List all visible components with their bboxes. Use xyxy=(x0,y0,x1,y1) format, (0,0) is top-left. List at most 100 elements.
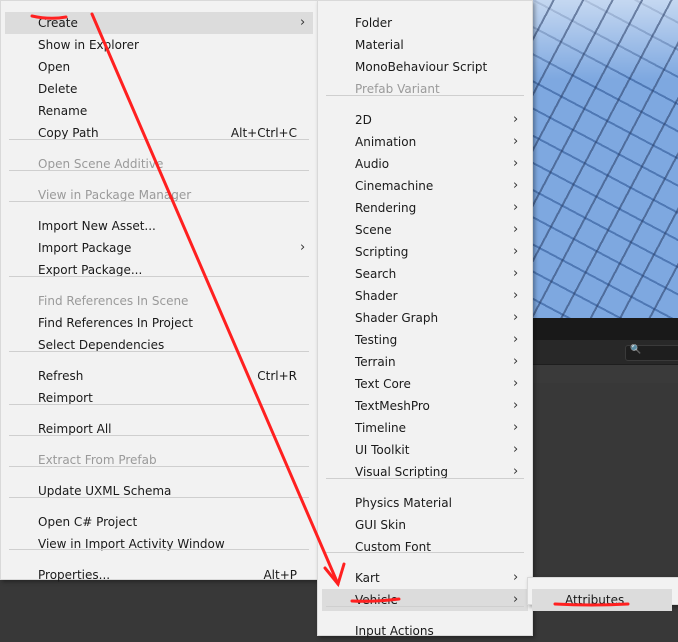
menu-item-label: Select Dependencies xyxy=(38,338,165,352)
chevron-right-icon: › xyxy=(513,464,519,479)
create-submenu: Folder Material MonoBehaviour Script Prefab… xyxy=(317,0,533,638)
submenu-item-monobehaviour-script[interactable]: MonoBehaviour Script xyxy=(355,56,525,78)
submenu-item-shader[interactable]: Shader › xyxy=(355,285,525,307)
submenu-item-scene[interactable]: Scene › xyxy=(355,219,525,241)
chevron-right-icon: › xyxy=(513,310,519,325)
menu-item-label: Scripting xyxy=(355,245,409,259)
menu-item-label: Find References In Scene xyxy=(38,294,189,308)
menu-separator xyxy=(9,466,309,467)
menu-item-label: Create xyxy=(38,16,78,30)
submenu-item-prefab-variant[interactable]: Prefab Variant xyxy=(355,78,525,100)
menu-item-open-c-project[interactable]: Open C# Project xyxy=(38,511,297,533)
submenu-item-testing[interactable]: Testing › xyxy=(355,329,525,351)
submenu-item-search[interactable]: Search › xyxy=(355,263,525,285)
submenu-item-visual-scripting[interactable]: Visual Scripting › xyxy=(355,461,525,483)
submenu-item-shader-graph[interactable]: Shader Graph › xyxy=(355,307,525,329)
menu-item-reimport-all[interactable]: Reimport All xyxy=(38,418,297,440)
menu-item-find-references-in-scene[interactable]: Find References In Scene xyxy=(38,290,297,312)
submenu-item-terrain[interactable]: Terrain › xyxy=(355,351,525,373)
chevron-right-icon: › xyxy=(513,222,519,237)
menu-item-shortcut: Alt+P xyxy=(263,568,297,582)
menu-item-import-package[interactable]: Import Package › xyxy=(38,237,305,259)
menu-item-view-in-import-activity-window[interactable]: View in Import Activity Window xyxy=(38,533,297,555)
chevron-right-icon: › xyxy=(513,570,519,585)
submenu-item-2d[interactable]: 2D › xyxy=(355,109,525,131)
submenu-item-vehicle[interactable]: Vehicle › xyxy=(355,589,525,611)
menu-item-label: Visual Scripting xyxy=(355,465,448,479)
submenu-item-timeline[interactable]: Timeline › xyxy=(355,417,525,439)
chevron-right-icon: › xyxy=(513,200,519,215)
menu-separator xyxy=(9,170,309,171)
menu-item-extract-from-prefab[interactable]: Extract From Prefab xyxy=(38,449,297,471)
menu-item-label: Reimport xyxy=(38,391,93,405)
menu-item-label: Update UXML Schema xyxy=(38,484,172,498)
menu-item-properties[interactable]: Properties... Alt+P xyxy=(38,564,297,586)
menu-item-label: Rename xyxy=(38,104,88,118)
submenu-item-input-actions[interactable]: Input Actions xyxy=(355,620,525,642)
menu-item-open[interactable]: Open xyxy=(38,56,297,78)
submenu-item-kart[interactable]: Kart › xyxy=(355,567,525,589)
menu-item-update-uxml-schema[interactable]: Update UXML Schema xyxy=(38,480,297,502)
submenu-item-folder[interactable]: Folder xyxy=(355,12,525,34)
menu-item-view-in-package-manager[interactable]: View in Package Manager xyxy=(38,184,297,206)
submenu-item-attributes[interactable]: Attributes xyxy=(565,589,665,611)
submenu-item-animation[interactable]: Animation › xyxy=(355,131,525,153)
menu-item-refresh[interactable]: Refresh Ctrl+R xyxy=(38,365,297,387)
search-icon: 🔍 xyxy=(630,345,642,355)
menu-separator xyxy=(9,201,309,202)
menu-item-label: Import Package xyxy=(38,241,132,255)
menu-item-label: Delete xyxy=(38,82,78,96)
search-input[interactable]: 🔍 xyxy=(625,345,678,361)
menu-item-show-in-explorer[interactable]: Show in Explorer xyxy=(38,34,297,56)
menu-item-find-references-in-project[interactable]: Find References In Project xyxy=(38,312,297,334)
chevron-right-icon: › xyxy=(513,376,519,391)
menu-item-label: Text Core xyxy=(355,377,411,391)
menu-item-label: Search xyxy=(355,267,397,281)
menu-item-label: Custom Font xyxy=(355,540,431,554)
panel-header-bar xyxy=(520,318,678,340)
submenu-item-audio[interactable]: Audio › xyxy=(355,153,525,175)
submenu-item-material[interactable]: Material xyxy=(355,34,525,56)
menu-item-label: Reimport All xyxy=(38,422,112,436)
menu-item-label: View in Package Manager xyxy=(38,188,192,202)
menu-item-select-dependencies[interactable]: Select Dependencies xyxy=(38,334,297,356)
menu-item-delete[interactable]: Delete xyxy=(38,78,297,100)
menu-item-create[interactable]: Create › xyxy=(38,12,305,34)
submenu-item-text-core[interactable]: Text Core › xyxy=(355,373,525,395)
menu-item-label: Shader Graph xyxy=(355,311,439,325)
menu-item-open-scene-additive[interactable]: Open Scene Additive xyxy=(38,153,297,175)
vehicle-submenu: Attributes xyxy=(527,577,678,611)
submenu-item-physics-material[interactable]: Physics Material xyxy=(355,492,525,514)
chevron-right-icon: › xyxy=(513,442,519,457)
menu-separator xyxy=(326,606,524,607)
menu-item-shortcut: Ctrl+R xyxy=(257,369,297,383)
submenu-item-scripting[interactable]: Scripting › xyxy=(355,241,525,263)
menu-item-label: Physics Material xyxy=(355,496,452,510)
menu-item-label: Export Package... xyxy=(38,263,143,277)
menu-item-copy-path[interactable]: Copy Path Alt+Ctrl+C xyxy=(38,122,297,144)
menu-item-label: Open Scene Additive xyxy=(38,157,164,171)
submenu-item-rendering[interactable]: Rendering › xyxy=(355,197,525,219)
submenu-item-ui-toolkit[interactable]: UI Toolkit › xyxy=(355,439,525,461)
submenu-item-custom-font[interactable]: Custom Font xyxy=(355,536,525,558)
menu-separator xyxy=(326,478,524,479)
submenu-item-textmeshpro[interactable]: TextMeshPro › xyxy=(355,395,525,417)
chevron-right-icon: › xyxy=(513,178,519,193)
context-menu: Create › Show in Explorer Open Delete Rename C… xyxy=(0,0,318,582)
chevron-right-icon: › xyxy=(513,244,519,259)
menu-item-label: Shader xyxy=(355,289,398,303)
menu-item-export-package[interactable]: Export Package... xyxy=(38,259,297,281)
chevron-right-icon: › xyxy=(300,240,306,255)
menu-separator xyxy=(9,435,309,436)
chevron-right-icon: › xyxy=(513,266,519,281)
menu-separator xyxy=(9,276,309,277)
menu-item-rename[interactable]: Rename xyxy=(38,100,297,122)
menu-item-label: Folder xyxy=(355,16,393,30)
menu-item-label: UI Toolkit xyxy=(355,443,410,457)
submenu-item-gui-skin[interactable]: GUI Skin xyxy=(355,514,525,536)
chevron-right-icon: › xyxy=(513,112,519,127)
menu-item-reimport[interactable]: Reimport xyxy=(38,387,297,409)
menu-separator xyxy=(9,549,309,550)
menu-item-import-new-asset[interactable]: Import New Asset... xyxy=(38,215,297,237)
submenu-item-cinemachine[interactable]: Cinemachine › xyxy=(355,175,525,197)
